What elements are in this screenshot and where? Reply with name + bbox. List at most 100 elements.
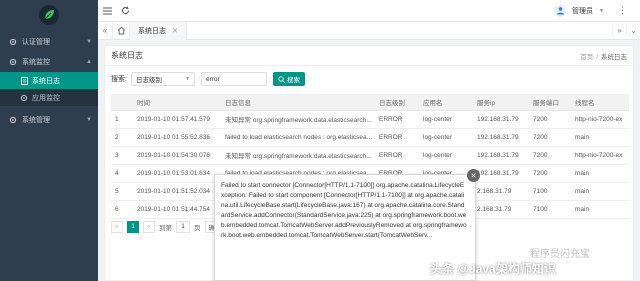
table-cell: 7200 xyxy=(529,128,571,147)
watermark-text: 程序员闪充宝 xyxy=(530,249,590,260)
search-input[interactable] xyxy=(200,72,267,86)
table-header-row: 时间 日志信息 日志级别 应用名 服务ip 服务端口 线程名 xyxy=(111,94,629,111)
menu-toggle-icon[interactable] xyxy=(98,0,116,22)
table-cell: 2 xyxy=(111,128,133,147)
table-cell: main xyxy=(571,164,629,183)
chevron-down-icon: ▼ xyxy=(86,39,92,45)
table-cell: log-center xyxy=(419,146,473,165)
table-cell[interactable]: 未知异常 org.springframework.data.elasticsea… xyxy=(221,146,375,165)
column-header[interactable]: 时间 xyxy=(133,94,221,111)
breadcrumb-home[interactable]: 首页 xyxy=(580,54,593,61)
sidebar-submenu: 系统日志 应用监控 xyxy=(0,72,98,106)
leaf-logo-icon xyxy=(39,5,59,25)
page-unit-label: 页 xyxy=(194,225,201,232)
table-cell: 4 xyxy=(111,164,133,183)
sidebar-item-label: 系统日志 xyxy=(32,77,60,85)
watermark-text: 头条 @Java架构师知识 xyxy=(430,262,556,276)
sidebar: 认证管理 ▼ 系统监控 ▲ 系统日志 应用监控 系统管理 ▼ xyxy=(0,0,98,281)
chevron-right-icon[interactable]: » xyxy=(612,26,626,35)
table-cell: 6 xyxy=(111,200,133,219)
home-icon[interactable] xyxy=(112,21,130,40)
table-cell: 7200 xyxy=(529,146,571,165)
sidebar-item-system-manage[interactable]: 系统管理 ▼ xyxy=(0,110,98,130)
table-cell: ERROR xyxy=(375,110,419,129)
avatar[interactable] xyxy=(554,4,567,17)
sidebar-item-label: 认证管理 xyxy=(22,39,50,46)
sidebar-item-auth[interactable]: 认证管理 ▼ xyxy=(0,32,98,52)
page-title: 系统日志 xyxy=(111,51,143,60)
sidebar-item-app-monitor[interactable]: 应用监控 xyxy=(0,89,98,106)
column-header[interactable]: 日志级别 xyxy=(375,94,419,111)
table-cell: 1 xyxy=(111,110,133,129)
file-icon xyxy=(20,76,28,85)
column-header[interactable]: 日志信息 xyxy=(221,94,375,111)
chevron-left-icon[interactable]: « xyxy=(98,26,112,35)
table-row[interactable]: 1 2019-01-10 01:57:41.579 未知异常 org.sprin… xyxy=(111,110,629,129)
tab-system-log[interactable]: 系统日志 ✕ xyxy=(130,21,187,40)
table-cell: 2.168.31.79 xyxy=(473,182,529,201)
logo[interactable] xyxy=(0,0,98,30)
sidebar-item-label: 系统管理 xyxy=(22,117,50,124)
user-name[interactable]: 管理员 xyxy=(572,6,593,16)
next-page-button[interactable]: › xyxy=(143,221,155,233)
breadcrumb-separator: / xyxy=(596,53,598,61)
table-cell: 2019-01-10 01:51:44.754 xyxy=(133,200,221,219)
goto-page-input[interactable]: 1 xyxy=(176,221,190,233)
breadcrumb: 首页 / 系统日志 xyxy=(580,51,627,61)
table-cell: 2019-01-10 01:51:52.034 xyxy=(133,182,221,201)
table-cell: 2019-01-10 01:57:41.579 xyxy=(133,110,221,129)
top-bar: 管理员 ▼ ⋮ xyxy=(98,0,640,22)
table-cell: 2.168.31.79 xyxy=(473,200,529,219)
table-cell: 7200 xyxy=(529,164,571,183)
table-cell[interactable]: failed to load elasticsearch nodes : org… xyxy=(221,128,375,147)
table-cell: log-center xyxy=(419,128,473,147)
table-cell: 192.168.31.79 xyxy=(473,128,529,147)
table-cell: ERROR xyxy=(375,128,419,147)
pagination: ‹ 1 › 到第 1 页 确 xyxy=(111,221,219,233)
sidebar-item-monitor[interactable]: 系统监控 ▲ xyxy=(0,52,98,72)
tab-label: 系统日志 xyxy=(138,27,166,35)
search-row: 搜索: 日志级别 ▼ 搜索 xyxy=(111,72,305,86)
select-value: 日志级别 xyxy=(135,77,162,84)
chevron-down-icon[interactable]: ⌄ xyxy=(626,26,640,35)
current-page-button[interactable]: 1 xyxy=(127,221,139,233)
goto-label: 到第 xyxy=(159,225,172,232)
log-level-select[interactable]: 日志级别 ▼ xyxy=(130,72,195,86)
sidebar-item-system-log[interactable]: 系统日志 xyxy=(0,72,98,89)
table-cell: http-nio-7200-ex xyxy=(571,146,629,165)
gear-icon xyxy=(8,58,17,67)
search-button[interactable]: 搜索 xyxy=(272,72,305,86)
column-header xyxy=(111,94,133,111)
prev-page-button[interactable]: ‹ xyxy=(111,221,123,233)
table-cell: 3 xyxy=(111,146,133,165)
sidebar-item-label: 系统监控 xyxy=(22,59,50,66)
table-cell: 7100 xyxy=(529,200,571,219)
table-cell: 7200 xyxy=(529,110,571,129)
more-icon[interactable]: ⋮ xyxy=(618,5,627,16)
caret-down-icon: ▼ xyxy=(599,7,604,14)
table-cell: 7100 xyxy=(529,182,571,201)
table-row[interactable]: 3 2019-01-10 01:54:30.076 未知异常 org.sprin… xyxy=(111,146,629,165)
search-label: 搜索: xyxy=(111,76,127,83)
column-header[interactable]: 服务ip xyxy=(473,94,529,111)
column-header[interactable]: 服务端口 xyxy=(529,94,571,111)
breadcrumb-current: 系统日志 xyxy=(601,53,627,61)
table-cell: 2019-01-10 01:54:30.076 xyxy=(133,146,221,165)
table-cell: ERROR xyxy=(375,146,419,165)
tabs-bar: « 系统日志 ✕ » ⌄ xyxy=(98,21,640,40)
table-row[interactable]: 2 2019-01-10 01:55:52.836 failed to load… xyxy=(111,128,629,147)
column-header[interactable]: 线程名 xyxy=(571,94,629,111)
sidebar-item-label: 应用监控 xyxy=(32,94,60,102)
close-icon[interactable]: ✕ xyxy=(467,169,480,182)
gear-icon xyxy=(8,116,17,125)
column-header[interactable]: 应用名 xyxy=(419,94,473,111)
table-cell: 5 xyxy=(111,182,133,201)
close-icon[interactable]: ✕ xyxy=(172,27,178,35)
table-cell: log-center xyxy=(419,110,473,129)
table-cell[interactable]: 未知异常 org.springframework.data.elasticsea… xyxy=(221,110,375,129)
refresh-icon[interactable] xyxy=(116,0,134,22)
table-cell: 192.168.31.79 xyxy=(473,164,529,183)
gear-icon xyxy=(20,94,28,102)
search-icon xyxy=(278,75,285,83)
caret-down-icon: ▼ xyxy=(185,76,190,82)
